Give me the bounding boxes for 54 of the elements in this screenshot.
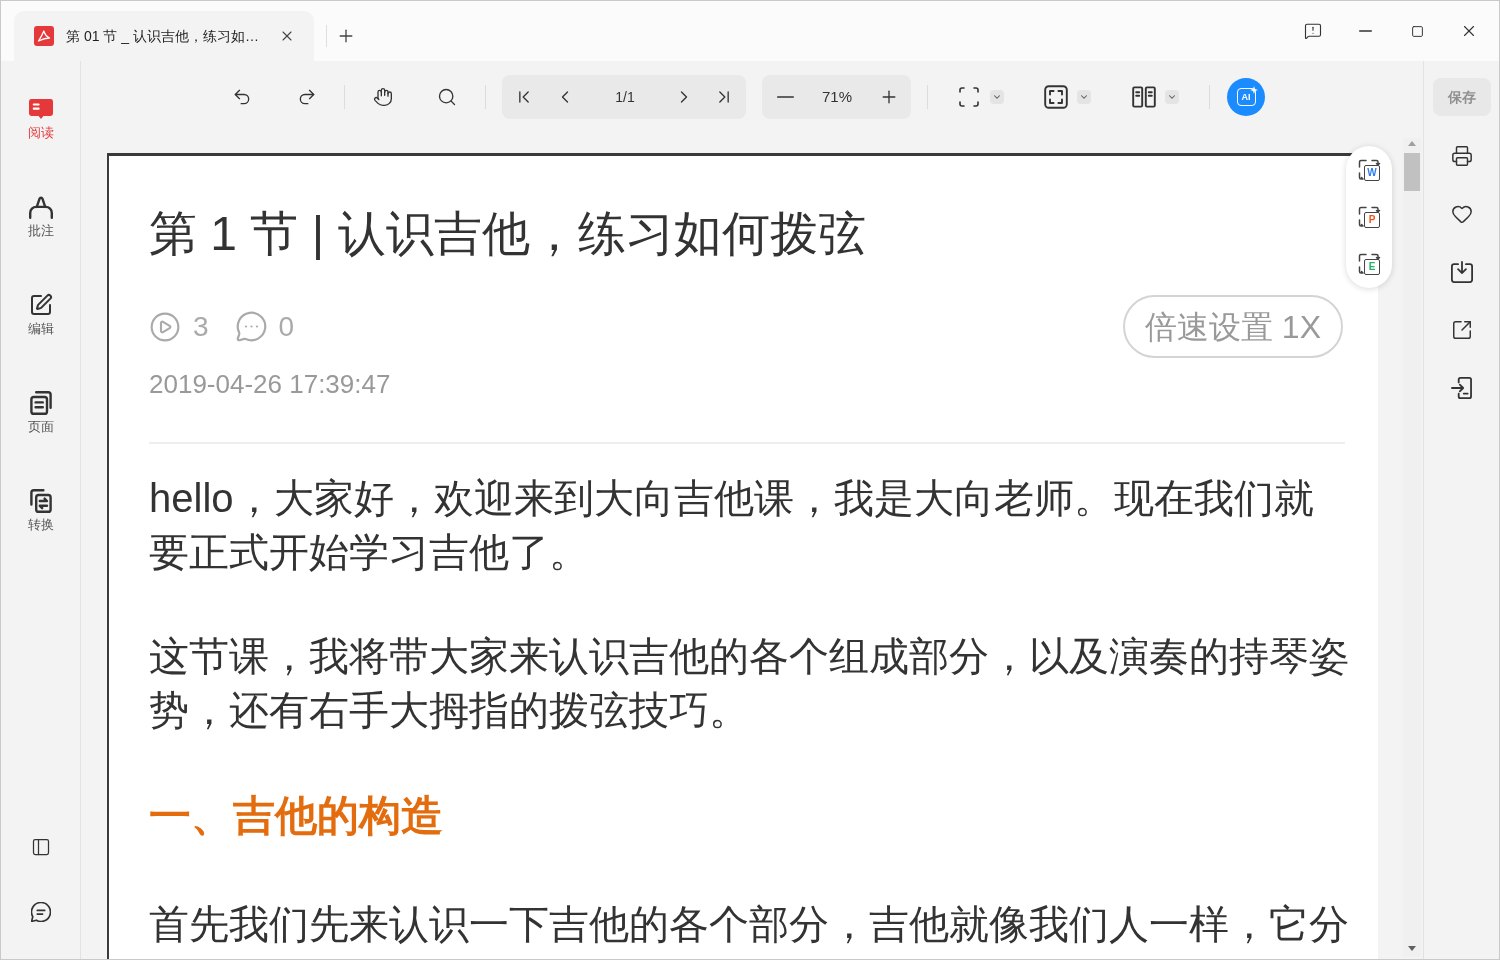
scroll-up-icon [1408, 141, 1416, 146]
convert-arrows-icon [1357, 158, 1381, 182]
chat-bubble-icon [30, 902, 51, 922]
scan-frame-icon [957, 85, 981, 109]
scrollbar-thumb[interactable] [1404, 153, 1420, 191]
caret-icon [1165, 90, 1179, 104]
import-icon [1451, 377, 1472, 399]
undo-icon [232, 87, 252, 107]
minus-icon [776, 96, 794, 98]
paragraph: 这节课，我将带大家来认识吉他的各个组成部分，以及演奏的持琴姿势，还有右手大拇指的拨弦技巧。 [149, 633, 1350, 734]
minimize-icon [1358, 30, 1372, 32]
two-page-icon [1132, 86, 1156, 108]
sidebar-tab[interactable]: 批注 [8, 189, 73, 245]
search-icon [437, 87, 457, 107]
publish-date: 2019-04-26 17:39:47 [149, 368, 391, 400]
play-count-icon [149, 310, 181, 343]
redo-icon [297, 87, 317, 107]
pdf-file-icon [34, 26, 54, 46]
caret-icon [990, 90, 1004, 104]
sidebar-tab[interactable]: 转换 [8, 483, 73, 539]
comment-count-icon [234, 310, 268, 343]
page-number-field[interactable]: 1/1 [595, 86, 655, 108]
sidebar-tab[interactable]: 阅读 [8, 91, 73, 147]
article-title: 第 1 节 | 认识吉他，练习如何拨弦 [149, 206, 866, 262]
paragraph: 首先我们先来认识一下吉他的各个部分，吉他就像我们人一样，它分 [149, 901, 1350, 948]
zoom-percent-field[interactable]: 71% [812, 85, 862, 109]
heart-icon [1450, 203, 1473, 225]
pages-icon [29, 391, 52, 415]
convert-button[interactable]: W [1357, 158, 1381, 182]
scroll-down-icon [1408, 946, 1416, 951]
convert-button[interactable]: P [1357, 205, 1381, 229]
convert-arrows-icon [1357, 252, 1381, 276]
maximize-icon [1410, 24, 1424, 38]
convert-arrows-icon [1357, 205, 1381, 229]
caret-icon [1077, 90, 1091, 104]
pen-tip-icon [28, 195, 53, 219]
book-icon [28, 99, 53, 119]
feedback-icon [1304, 22, 1322, 40]
comment-count: 0 [278, 309, 295, 344]
download-icon [1450, 261, 1473, 283]
hand-icon [373, 87, 393, 107]
side-panel-icon [30, 837, 51, 857]
convert-icon [29, 489, 52, 513]
section-heading: 一、吉他的构造 [149, 791, 443, 841]
external-link-icon [1450, 319, 1473, 341]
edit-icon [28, 293, 53, 317]
frame-icon [1044, 85, 1068, 109]
printer-icon [1450, 145, 1473, 167]
play-count: 3 [193, 309, 209, 344]
sidebar-tab[interactable]: 编辑 [8, 287, 73, 343]
sidebar-tab[interactable]: 页面 [8, 385, 73, 441]
paragraph: hello，大家好，欢迎来到大向吉他课，我是大向老师。现在我们就要正式开始学习吉他了。 [149, 475, 1315, 576]
document-tab[interactable]: 第 01 节 _ 认识吉他，练习如… [14, 11, 314, 61]
sparkle-icon [1250, 86, 1258, 94]
